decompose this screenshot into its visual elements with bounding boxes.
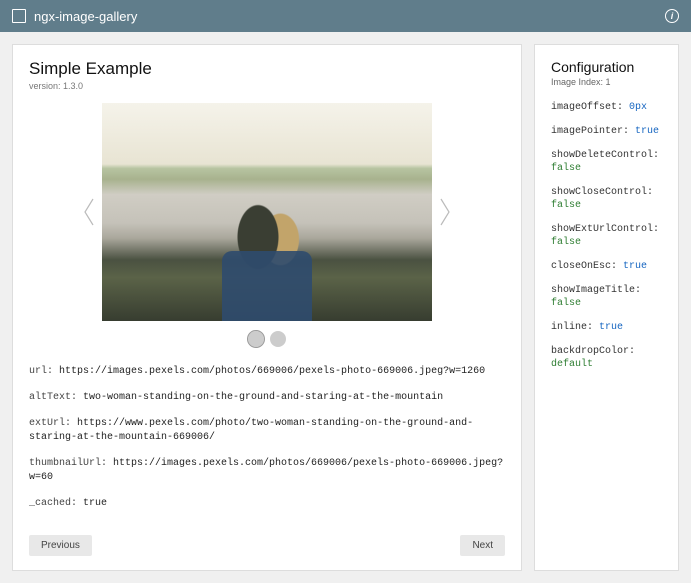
prop-label: _cached: — [29, 498, 83, 509]
config-key: imageOffset: — [551, 102, 623, 113]
prop-label: thumbnailUrl: — [29, 458, 113, 469]
gallery-image[interactable] — [102, 103, 432, 321]
config-value: false — [551, 199, 662, 212]
config-item: closeOnEsc: true — [551, 260, 662, 273]
prop-line: extUrl: https://www.pexels.com/photo/two… — [29, 417, 505, 445]
config-value: default — [551, 358, 662, 371]
next-arrow-icon[interactable] — [432, 187, 458, 237]
config-item: showDeleteControl:false — [551, 149, 662, 175]
previous-button[interactable]: Previous — [29, 535, 92, 556]
config-key: closeOnEsc: — [551, 261, 617, 272]
app-title: ngx-image-gallery — [34, 9, 137, 24]
config-key: showExtUrlControl: — [551, 223, 662, 236]
thumbnail-1[interactable] — [248, 331, 264, 347]
config-key: showDeleteControl: — [551, 149, 662, 162]
thumbnail-strip — [29, 331, 505, 347]
config-value: false — [551, 162, 662, 175]
config-value: 0px — [629, 102, 647, 113]
config-item: showCloseControl:false — [551, 186, 662, 212]
config-item: inline: true — [551, 321, 662, 334]
config-list: imageOffset: 0px imagePointer: true showDe… — [551, 101, 662, 371]
config-key: showCloseControl: — [551, 186, 662, 199]
config-panel: Configuration Image Index: 1 imageOffset… — [534, 44, 679, 571]
version-label: version: 1.3.0 — [29, 81, 505, 91]
config-value: false — [551, 236, 662, 249]
example-card: Simple Example version: 1.3.0 url: https… — [12, 44, 522, 571]
image-index: Image Index: 1 — [551, 77, 662, 87]
config-key: showImageTitle: — [551, 284, 662, 297]
config-value: true — [635, 126, 659, 137]
config-key: backdropColor: — [551, 345, 662, 358]
next-button[interactable]: Next — [460, 535, 505, 556]
config-value: true — [623, 261, 647, 272]
config-key: imagePointer: — [551, 126, 629, 137]
prop-value: true — [83, 498, 107, 509]
config-key: inline: — [551, 322, 593, 333]
config-item: imageOffset: 0px — [551, 101, 662, 114]
config-item: showImageTitle:false — [551, 284, 662, 310]
info-icon[interactable]: i — [665, 9, 679, 23]
prop-line: altText: two-woman-standing-on-the-groun… — [29, 391, 505, 405]
config-item: imagePointer: true — [551, 125, 662, 138]
config-item: backdropColor:default — [551, 345, 662, 371]
config-value: true — [599, 322, 623, 333]
app-logo-icon — [12, 9, 26, 23]
prop-value: two-woman-standing-on-the-ground-and-sta… — [83, 392, 443, 403]
config-value: false — [551, 297, 662, 310]
gallery — [29, 103, 505, 321]
prop-value: https://www.pexels.com/photo/two-woman-s… — [29, 418, 473, 443]
top-bar: ngx-image-gallery i — [0, 0, 691, 32]
prop-value: https://images.pexels.com/photos/669006/… — [59, 366, 485, 377]
prev-arrow-icon[interactable] — [76, 187, 102, 237]
image-props: url: https://images.pexels.com/photos/66… — [29, 365, 505, 523]
prop-label: url: — [29, 366, 59, 377]
thumbnail-2[interactable] — [270, 331, 286, 347]
prop-label: altText: — [29, 392, 83, 403]
page-title: Simple Example — [29, 59, 505, 79]
prop-line: _cached: true — [29, 497, 505, 511]
prop-line: url: https://images.pexels.com/photos/66… — [29, 365, 505, 379]
config-item: showExtUrlControl:false — [551, 223, 662, 249]
prop-line: thumbnailUrl: https://images.pexels.com/… — [29, 457, 505, 485]
prop-label: extUrl: — [29, 418, 77, 429]
config-heading: Configuration — [551, 59, 662, 75]
